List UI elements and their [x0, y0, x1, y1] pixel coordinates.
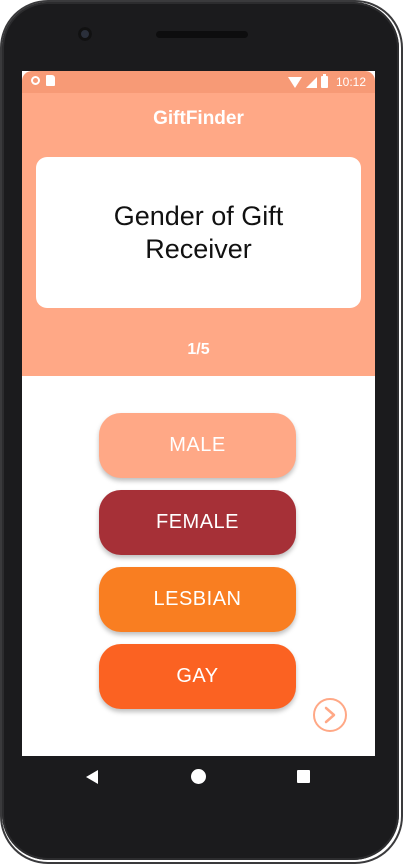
- cell-signal-icon: [305, 76, 317, 88]
- question-text: Gender of Gift Receiver: [113, 201, 284, 264]
- status-left-icons: [31, 75, 55, 86]
- question-progress: 1/5: [187, 341, 210, 358]
- option-gay-button[interactable]: GAY: [99, 644, 296, 709]
- back-triangle-icon[interactable]: [86, 770, 98, 784]
- status-time: 10:12: [335, 75, 366, 89]
- recent-apps-square-icon[interactable]: [297, 770, 310, 783]
- option-lesbian-button[interactable]: LESBIAN: [99, 567, 296, 632]
- earpiece-speaker: [156, 31, 248, 38]
- sd-card-icon: [46, 75, 55, 86]
- front-camera: [78, 27, 92, 41]
- question-header: GiftFinder Gender of Gift Receiver 1/5: [22, 93, 375, 376]
- status-bar: 10:12: [22, 71, 375, 93]
- home-circle-icon[interactable]: [191, 769, 206, 784]
- android-nav-bar: [0, 756, 403, 796]
- option-male-button[interactable]: MALE: [99, 413, 296, 478]
- app-title: GiftFinder: [153, 108, 244, 129]
- question-card: Gender of Gift Receiver: [36, 157, 361, 308]
- status-right-icons: 10:12: [287, 74, 366, 89]
- wifi-icon: [287, 76, 302, 88]
- option-female-button[interactable]: FEMALE: [99, 490, 296, 555]
- battery-icon: [320, 74, 328, 88]
- sync-icon: [31, 76, 40, 85]
- app-screen: 10:12 GiftFinder Gender of Gift Receiver…: [22, 71, 375, 756]
- chevron-right-icon: [324, 706, 336, 724]
- next-button[interactable]: [313, 698, 347, 732]
